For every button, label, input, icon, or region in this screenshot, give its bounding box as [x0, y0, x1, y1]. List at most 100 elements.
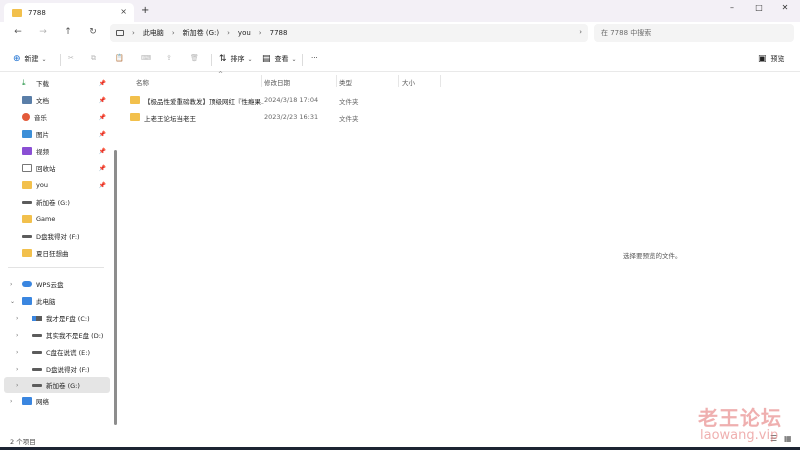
address-bar[interactable]: › 此电脑 › 新加卷 (G:) › you › 7788 › [110, 24, 588, 42]
chevron-right-icon[interactable]: › [16, 315, 18, 322]
minimize-button[interactable]: – [722, 3, 742, 12]
file-type: 文件夹 [339, 115, 359, 123]
chevron-down-icon: ⌄ [41, 55, 47, 63]
sidebar-item-music[interactable]: 音乐 📌 [4, 109, 110, 125]
drive-icon [32, 333, 42, 337]
sidebar-item-game[interactable]: Game [4, 211, 110, 227]
file-type: 文件夹 [339, 98, 359, 106]
sort-label: 排序 [230, 55, 245, 63]
search-input[interactable]: 在 7788 中搜索 [594, 24, 794, 42]
file-list: ^ 名称 修改日期 类型 大小 【极品性爱重磅教发】顶级网红『性瘾果... 20… [118, 71, 800, 431]
sidebar-divider [8, 267, 104, 268]
column-divider[interactable] [398, 75, 399, 87]
item-count: 2 个项目 [10, 438, 36, 446]
refresh-button[interactable]: ↻ [86, 27, 100, 37]
paste-icon[interactable]: 📋 [115, 54, 124, 62]
sidebar-item-wps-cloud[interactable]: › WPS云盘 [4, 276, 110, 292]
sidebar-item-you[interactable]: you 📌 [4, 177, 110, 193]
pin-icon[interactable]: 📌 [99, 165, 106, 172]
sidebar-item-drive-f-tree[interactable]: › D盘说得对 (F:) [4, 361, 110, 377]
sidebar-item-label: 新加卷 (G:) [36, 199, 70, 207]
delete-icon[interactable]: 🗑 [190, 54, 199, 62]
cut-icon[interactable]: ✂ [68, 54, 74, 62]
breadcrumb-this-pc[interactable]: 此电脑 [143, 28, 164, 38]
tab-7788[interactable]: 7788 × [4, 3, 134, 22]
sidebar-item-drive-g[interactable]: 新加卷 (G:) [4, 194, 110, 210]
chevron-right-icon[interactable]: › [16, 332, 18, 339]
sidebar-item-videos[interactable]: 视频 📌 [4, 143, 110, 159]
more-options-button[interactable]: ··· [311, 54, 318, 62]
sidebar-item-label: 下载 [36, 80, 49, 88]
chevron-down-icon: ⌄ [291, 55, 297, 63]
forward-button[interactable]: → [36, 27, 50, 37]
share-icon[interactable]: ⇪ [166, 54, 172, 62]
sort-icon: ⇅ [219, 54, 227, 64]
pin-icon[interactable]: 📌 [99, 114, 106, 121]
sidebar-item-drive-c[interactable]: › 我才是F盘 (C:) [4, 310, 110, 326]
sidebar-item-recycle-bin[interactable]: 回收站 📌 [4, 160, 110, 176]
chevron-right-icon[interactable]: › [16, 349, 18, 356]
column-header-name[interactable]: 名称 [136, 77, 149, 87]
up-button[interactable]: ↑ [61, 27, 75, 37]
close-window-button[interactable]: ✕ [775, 3, 795, 12]
column-header-type[interactable]: 类型 [339, 77, 352, 87]
column-divider[interactable] [440, 75, 441, 87]
tiles-view-icon[interactable]: ▦ [784, 434, 792, 443]
column-divider[interactable] [336, 75, 337, 87]
file-row[interactable]: 【极品性爱重磅教发】顶级网红『性瘾果... 2024/3/18 17:04 文件… [126, 93, 456, 107]
file-row[interactable]: 上老王论坛当老王 2023/2/23 16:31 文件夹 [126, 110, 456, 124]
sidebar-item-label: 音乐 [34, 114, 47, 122]
sidebar-item-drive-e[interactable]: › C盘在说谎 (E:) [4, 344, 110, 360]
chevron-right-icon[interactable]: › [16, 382, 18, 389]
chevron-right-icon[interactable]: › [10, 398, 12, 405]
sidebar-item-drive-g-tree[interactable]: › 新加卷 (G:) [4, 377, 110, 393]
chevron-right-icon[interactable]: › [16, 366, 18, 373]
drive-icon [32, 350, 42, 354]
sidebar-item-pictures[interactable]: 图片 📌 [4, 126, 110, 142]
sidebar-scrollbar[interactable] [114, 150, 117, 425]
sidebar-item-drive-f[interactable]: D盘我得对 (F:) [4, 228, 110, 244]
breadcrumb-you[interactable]: you [238, 29, 251, 37]
back-button[interactable]: ← [11, 27, 25, 37]
maximize-button[interactable]: □ [749, 3, 769, 12]
sidebar-item-downloads[interactable]: ⤓ 下载 📌 [4, 75, 110, 91]
breadcrumb-7788[interactable]: 7788 [270, 29, 288, 37]
preview-button[interactable]: ▣ 预览 [758, 54, 785, 64]
new-tab-button[interactable]: + [141, 5, 149, 16]
breadcrumb-more-icon[interactable]: › [579, 28, 582, 36]
preview-pane-message: 选择要预览的文件。 [623, 252, 682, 260]
download-icon: ⤓ [22, 78, 26, 87]
pin-icon[interactable]: 📌 [99, 131, 106, 138]
new-button[interactable]: ⊕ 新建 ⌄ [13, 54, 47, 64]
sidebar-item-label: C盘在说谎 (E:) [46, 349, 90, 357]
column-header-date[interactable]: 修改日期 [264, 77, 290, 87]
pin-icon[interactable]: 📌 [99, 182, 106, 189]
sidebar-item-label: 文档 [36, 97, 49, 105]
breadcrumb-drive-g[interactable]: 新加卷 (G:) [183, 28, 219, 38]
sidebar-item-summer-rhapsody[interactable]: 夏日狂想曲 [4, 245, 110, 261]
copy-icon[interactable]: ⧉ [91, 54, 96, 63]
pin-icon[interactable]: 📌 [99, 80, 106, 87]
breadcrumb-separator: › [258, 29, 262, 37]
watermark-url: laowang.vip [700, 428, 779, 443]
column-header-size[interactable]: 大小 [402, 77, 415, 87]
breadcrumb-separator: › [171, 29, 175, 37]
chevron-right-icon[interactable]: › [10, 281, 12, 288]
pin-icon[interactable]: 📌 [99, 148, 106, 155]
sidebar-item-network[interactable]: › 网络 [4, 393, 110, 409]
file-date: 2024/3/18 17:04 [264, 96, 319, 104]
chevron-down-icon[interactable]: ⌄ [10, 298, 15, 305]
sidebar-item-this-pc[interactable]: ⌄ 此电脑 [4, 293, 110, 309]
sidebar-item-drive-d[interactable]: › 其实我不是E盘 (D:) [4, 327, 110, 343]
drive-icon [32, 367, 42, 371]
sidebar-item-label: 回收站 [36, 165, 56, 173]
watermark-logo-text: 老王论坛 [698, 406, 782, 430]
sort-button[interactable]: ⇅ 排序 ⌄ [219, 54, 253, 64]
pin-icon[interactable]: 📌 [99, 97, 106, 104]
view-button[interactable]: ▤ 查看 ⌄ [262, 54, 297, 64]
sidebar-item-documents[interactable]: 文档 📌 [4, 92, 110, 108]
rename-icon[interactable]: ⌨ [141, 54, 151, 62]
tab-close-icon[interactable]: × [120, 7, 127, 16]
column-divider[interactable] [261, 75, 262, 87]
view-label: 查看 [274, 55, 289, 63]
